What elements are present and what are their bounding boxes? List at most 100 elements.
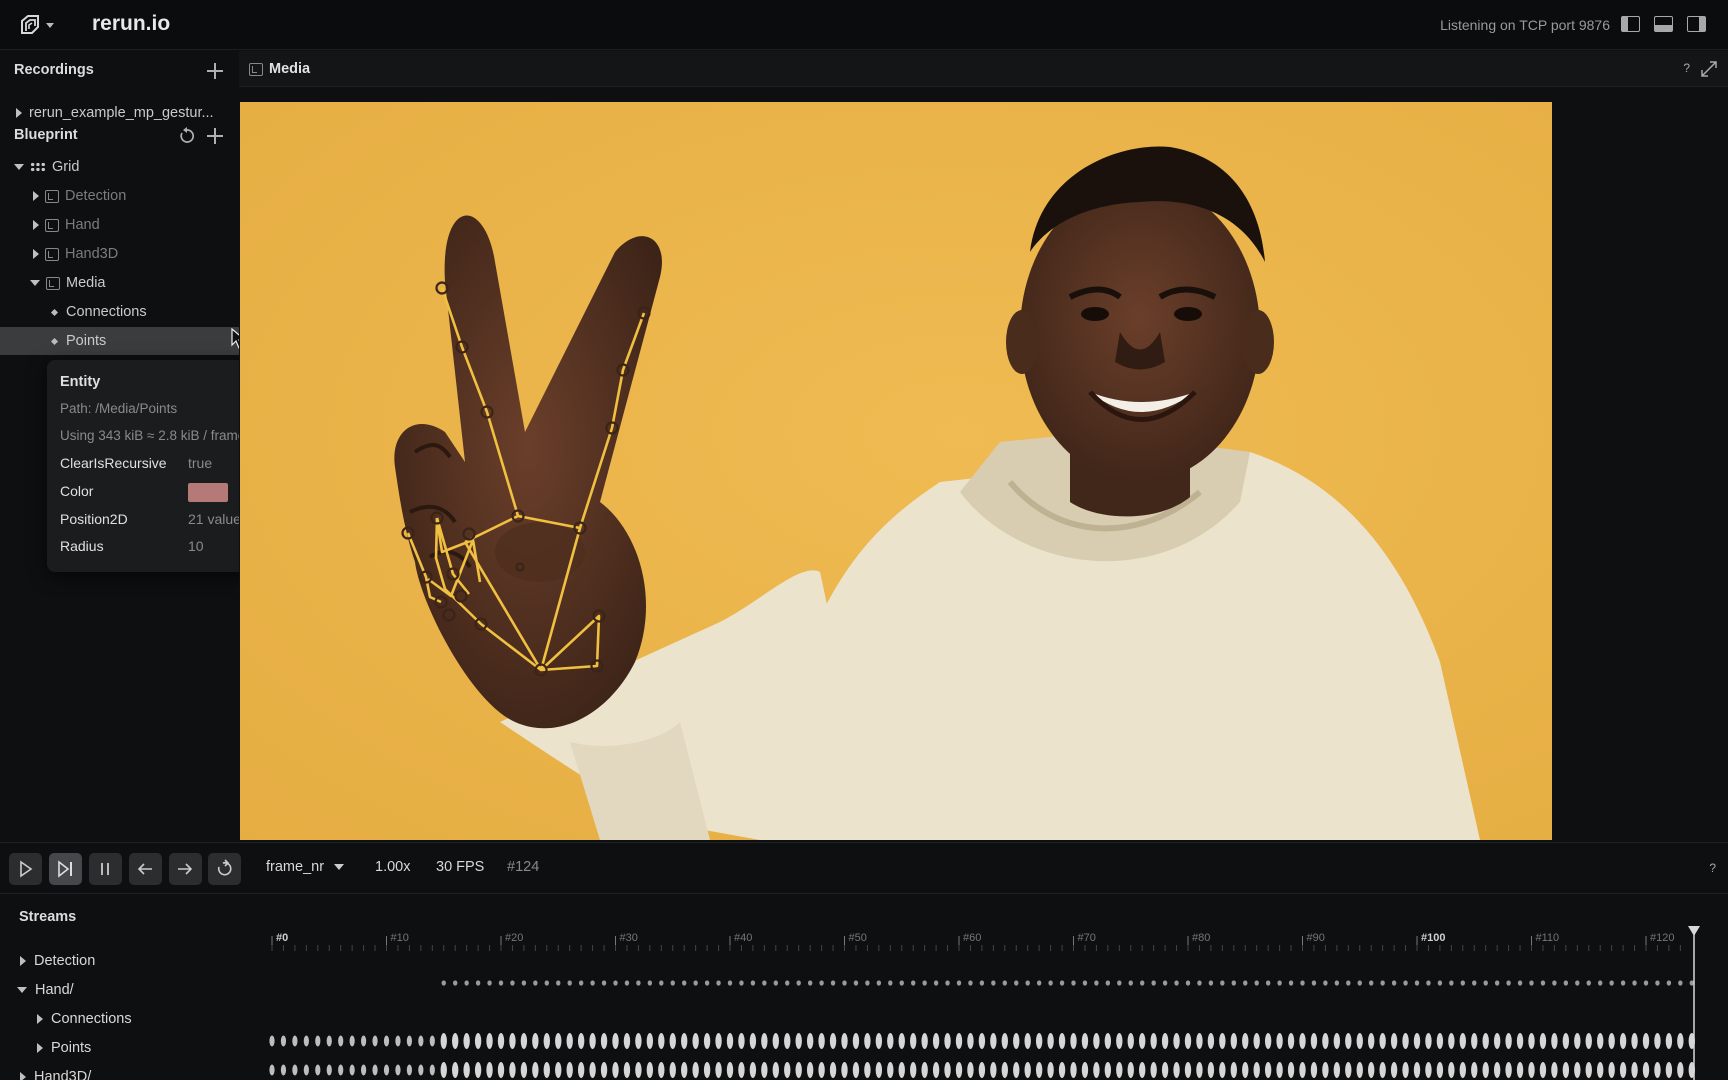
rerun-logo-menu[interactable] [18,12,60,38]
event-marker [1311,980,1317,986]
timeline-selector[interactable]: frame_nr [266,859,345,875]
event-marker [1448,1033,1455,1049]
stream-row-connections[interactable]: Connections [37,1011,132,1027]
add-view-icon[interactable] [207,128,223,144]
event-marker [1654,1033,1661,1049]
grid-icon [30,162,46,172]
server-status: Listening on TCP port 9876 [1440,17,1610,33]
event-marker [269,1064,275,1076]
help-icon[interactable]: ? [1709,861,1716,875]
event-marker [612,1033,619,1049]
pause-icon [101,863,109,875]
spatial-2d-view-icon [249,62,263,76]
event-marker [1001,1062,1008,1078]
event-marker [543,1062,550,1078]
media-image[interactable] [240,102,1552,840]
step-forward-button[interactable] [169,853,202,885]
timeline-tick-label: #40 [734,932,752,944]
tree-item-hand[interactable]: Hand [0,211,239,239]
event-marker [1460,980,1466,986]
event-marker [1471,1062,1478,1078]
toggle-right-panel-icon[interactable] [1687,16,1706,32]
event-marker [876,980,882,986]
event-marker [1185,980,1191,986]
event-marker [1574,1033,1581,1049]
stream-row-detection[interactable]: Detection [20,953,95,969]
event-marker [303,1064,309,1076]
event-marker [292,1035,298,1047]
stream-row-hand[interactable]: Hand/ [17,982,74,998]
event-marker [1310,1033,1318,1049]
event-marker [383,1035,390,1047]
event-marker [292,1064,298,1076]
event-marker [658,1062,665,1078]
play-button[interactable] [9,853,42,885]
tab-media[interactable]: Media [249,51,310,87]
event-marker [1013,1062,1020,1078]
event-marker [875,1033,883,1049]
event-marker [1677,1033,1684,1049]
event-marker [372,1064,378,1076]
maximize-icon[interactable] [1700,60,1718,78]
event-marker [1253,1062,1260,1078]
event-marker [1058,1062,1066,1078]
event-marker [1071,980,1076,986]
follow-button[interactable] [49,853,82,885]
toggle-bottom-panel-icon[interactable] [1654,16,1673,32]
event-marker [693,980,698,986]
event-marker [1506,980,1511,986]
toggle-left-panel-icon[interactable] [1621,16,1640,32]
reset-blueprint-icon[interactable] [178,127,196,145]
event-marker [406,1064,412,1076]
event-marker [475,980,481,986]
tree-item-connections[interactable]: Connections [0,298,239,326]
event-marker [1448,1062,1455,1078]
recording-item[interactable]: rerun_example_mp_gestur... [0,99,239,127]
event-marker [1356,1062,1363,1078]
event-marker [1048,980,1053,986]
event-marker [624,980,630,986]
tree-item-detection[interactable]: Detection [0,182,239,210]
tooltip-title: Entity [60,374,101,390]
tree-item-media[interactable]: Media [0,269,239,297]
event-marker [692,1062,699,1078]
stream-row-hand3d[interactable]: Hand3D/ [20,1069,91,1080]
event-marker [533,980,538,986]
event-marker [1505,1033,1512,1049]
event-marker [1654,1062,1661,1078]
current-frame[interactable]: #124 [507,859,539,875]
tree-item-hand3d[interactable]: Hand3D [0,240,239,268]
playback-speed[interactable]: 1.00x [375,859,410,875]
stream-row-points[interactable]: Points [37,1040,91,1056]
event-marker [785,980,790,986]
event-marker [1437,980,1443,986]
expand-arrow-icon [33,220,39,230]
event-marker [738,1033,745,1049]
event-marker [1277,980,1282,986]
event-marker [1264,1062,1272,1078]
loop-button[interactable] [208,853,241,885]
event-marker [990,1033,997,1049]
tree-item-points[interactable]: Points [0,327,239,355]
event-marker [1493,1033,1501,1049]
event-marker [521,980,527,986]
loop-icon [217,859,232,876]
pause-button[interactable] [89,853,122,885]
event-marker [1104,1033,1112,1049]
step-back-button[interactable] [129,853,162,885]
timeline-tick-label: #90 [1307,932,1325,944]
media-viewport[interactable] [239,88,1728,841]
tree-item-grid[interactable]: Grid [0,153,239,181]
playback-fps[interactable]: 30 FPS [436,859,484,875]
event-marker [772,1062,779,1078]
tree-label: Connections [66,304,147,320]
time-panel[interactable]: #0 #10 #20 #30 #40 #50 #60 #70 #80 #90 #100 #110 #12… [260,914,1708,1080]
help-icon[interactable]: ? [1683,61,1690,75]
event-marker [1528,1062,1535,1078]
tree-label: Grid [52,159,80,175]
event-marker [1356,1033,1363,1049]
add-recording-icon[interactable] [207,63,223,79]
event-marker [1413,1033,1421,1049]
timeline-tick-label: #70 [1078,932,1096,944]
event-marker [1345,1062,1352,1078]
